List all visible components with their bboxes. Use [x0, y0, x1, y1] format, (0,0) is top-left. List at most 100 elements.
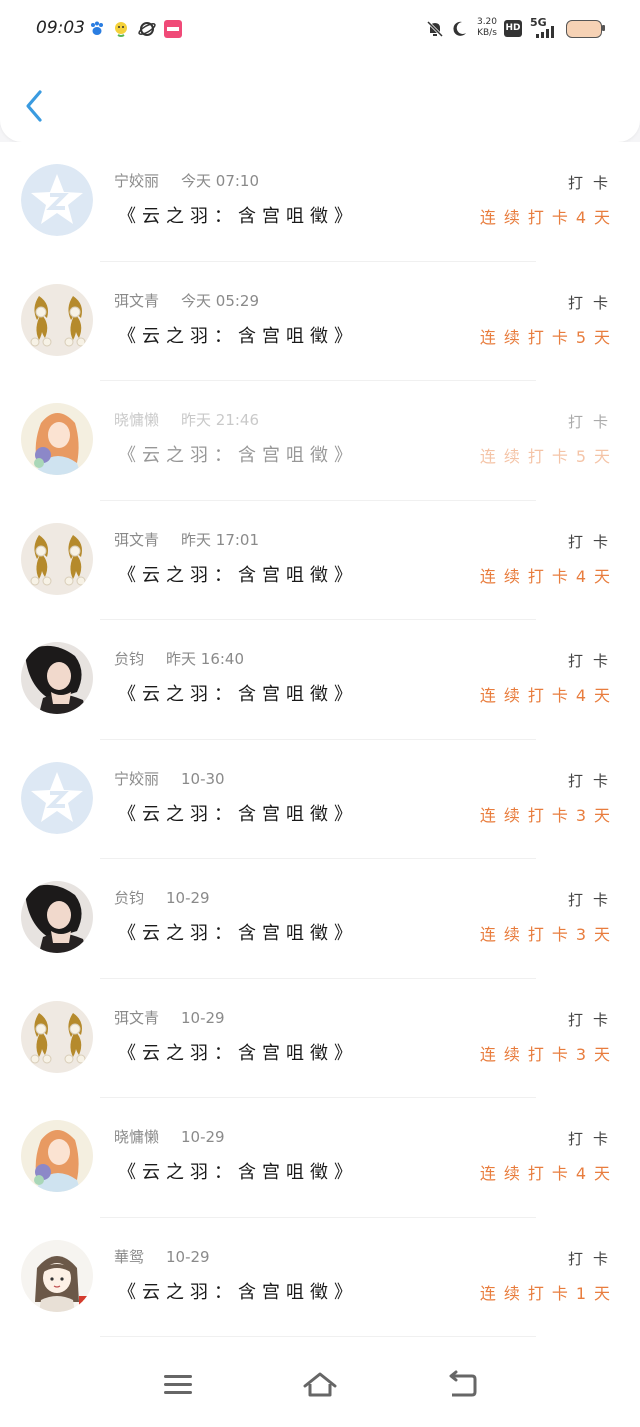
streak-text: 连续打卡4天: [479, 686, 618, 705]
user-name: 弭文青: [114, 1008, 160, 1027]
status-time: 09:03: [36, 18, 85, 38]
checkin-label: 打卡: [567, 532, 618, 551]
streak-text: 连续打卡4天: [479, 208, 618, 227]
post-time: 昨天 16:40: [166, 650, 245, 668]
signal-bars-icon: [536, 26, 554, 38]
user-name: 華鸳: [114, 1247, 145, 1266]
name-time-line: 弭文青 昨天 17:01: [114, 529, 259, 550]
avatar[interactable]: [21, 164, 93, 236]
avatar[interactable]: [21, 1000, 93, 1073]
battery-tip: [602, 25, 605, 31]
post-time: 昨天 21:46: [181, 411, 260, 429]
streak-text: 连续打卡3天: [479, 805, 618, 825]
checkin-label: 打卡: [567, 1130, 618, 1148]
paw-app-icon: [91, 21, 103, 35]
avatar[interactable]: [21, 881, 93, 953]
header: 09:03 3.20 KB/s HD 5G: [0, 0, 640, 142]
list-item[interactable]: 弭文青 10-29 《云之羽：含宫咀徵》 打卡连续打卡3天: [0, 979, 640, 1098]
home-icon[interactable]: [302, 1370, 338, 1398]
avatar[interactable]: [21, 522, 93, 595]
message-text: 《云之羽：含宫咀徵》: [118, 684, 358, 705]
checkin-list: 宁姣丽 今天 07:10 《云之羽：含宫咀徵》 打卡 连续打卡4天 弭文青 今天 05:29…: [0, 142, 640, 1340]
checkin-label: 打卡: [567, 652, 618, 670]
user-name: 弭文青: [114, 530, 160, 549]
list-item[interactable]: 晓慵懒 昨天 21:46 《云之羽：含宫咀徵》 打卡连续打卡5天: [0, 381, 640, 501]
avatar[interactable]: [21, 642, 93, 714]
back-button[interactable]: [20, 86, 50, 126]
name-time-line: 宁姣丽 10-30: [114, 768, 225, 789]
streak-text: 连续打卡4天: [479, 1164, 618, 1183]
list-item[interactable]: 弭文青 昨天 17:01 《云之羽：含宫咀徵》 打卡连续打卡4天: [0, 501, 640, 620]
name-time-line: 晓慵懒 10-29: [114, 1126, 225, 1147]
page: 09:03 3.20 KB/s HD 5G 宁姣丽 今天 07:10 《云之羽：…: [0, 0, 640, 1427]
streak-text: 连续打卡3天: [479, 925, 618, 944]
checkin-label: 打卡: [567, 293, 618, 312]
avatar[interactable]: [21, 1239, 93, 1312]
avatar[interactable]: [21, 1120, 93, 1192]
avatar[interactable]: [21, 403, 93, 475]
planet-app-icon: [138, 22, 156, 36]
checkin-label: 打卡: [567, 771, 618, 790]
user-name: 贠钧: [114, 889, 145, 907]
message-text: 《云之羽：含宫咀徵》: [118, 325, 358, 347]
name-time-line: 弭文青 10-29: [114, 1007, 225, 1028]
net-speed-unit: KB/s: [477, 28, 497, 38]
streak-text: 连续打卡5天: [479, 327, 618, 347]
post-time: 今天 07:10: [181, 172, 260, 190]
message-text: 《云之羽：含宫咀徵》: [118, 564, 358, 586]
message-text: 《云之羽：含宫咀徵》: [118, 1281, 358, 1303]
user-name: 弭文青: [114, 291, 160, 310]
checkin-label: 打卡: [567, 891, 618, 909]
message-text: 《云之羽：含宫咀徵》: [118, 1042, 358, 1064]
hd-badge: HD: [504, 20, 522, 37]
moon-icon: [453, 21, 466, 36]
name-time-line: 弭文青 今天 05:29: [114, 290, 259, 311]
pink-app-icon: [164, 20, 182, 38]
message-text: 《云之羽：含宫咀徵》: [118, 803, 358, 825]
streak-text: 连续打卡4天: [479, 566, 618, 586]
checkin-label: 打卡: [567, 174, 618, 192]
message-text: 《云之羽：含宫咀徵》: [118, 445, 358, 466]
checkin-label: 打卡: [567, 413, 618, 431]
checkin-label: 打卡: [567, 1249, 618, 1268]
name-time-line: 贠钧 昨天 16:40: [114, 648, 244, 669]
post-time: 今天 05:29: [181, 291, 260, 310]
net-speed-value: 3.20: [476, 17, 498, 27]
list-item[interactable]: 宁姣丽 10-30 《云之羽：含宫咀徵》 打卡连续打卡3天: [0, 740, 640, 859]
message-text: 《云之羽：含宫咀徵》: [118, 206, 358, 227]
avatar[interactable]: [21, 761, 93, 834]
streak-text: 连续打卡1天: [479, 1283, 618, 1303]
post-time: 10-29: [181, 1128, 225, 1146]
user-name: 晓慵懒: [114, 411, 160, 429]
list-item[interactable]: 晓慵懒 10-29 《云之羽：含宫咀徵》 打卡连续打卡4天: [0, 1098, 640, 1218]
post-time: 昨天 17:01: [181, 530, 260, 549]
status-bar: 09:03 3.20 KB/s HD 5G: [0, 0, 640, 60]
menu-icon[interactable]: [162, 1370, 194, 1398]
name-time-line: 宁姣丽 今天 07:10: [114, 170, 259, 191]
back-icon[interactable]: [446, 1370, 478, 1398]
list-item[interactable]: 贠钧 10-29 《云之羽：含宫咀徵》 打卡连续打卡3天: [0, 859, 640, 979]
name-time-line: 晓慵懒 昨天 21:46: [114, 409, 259, 430]
user-name: 宁姣丽: [114, 172, 160, 190]
list-item[interactable]: 華鸳 10-29 《云之羽：含宫咀徵》 打卡连续打卡1天: [0, 1218, 640, 1337]
row-divider: [100, 1336, 536, 1337]
message-text: 《云之羽：含宫咀徵》: [118, 923, 358, 944]
list-item[interactable]: 弭文青 今天 05:29 《云之羽：含宫咀徵》 打卡连续打卡5天: [0, 262, 640, 381]
streak-text: 连续打卡5天: [479, 447, 618, 466]
checkin-label: 打卡: [567, 1010, 618, 1029]
name-time-line: 華鸳 10-29: [114, 1246, 210, 1267]
message-text: 《云之羽：含宫咀徵》: [118, 1162, 358, 1183]
user-name: 宁姣丽: [114, 769, 160, 788]
user-name: 贠钧: [114, 650, 145, 668]
name-time-line: 贠钧 10-29: [114, 887, 210, 908]
list-item[interactable]: 贠钧 昨天 16:40 《云之羽：含宫咀徵》 打卡连续打卡4天: [0, 620, 640, 740]
user-name: 晓慵懒: [114, 1128, 160, 1146]
mute-bell-icon: [426, 20, 444, 38]
post-time: 10-30: [181, 769, 225, 788]
post-time: 10-29: [166, 1247, 210, 1266]
avatar[interactable]: [21, 283, 93, 356]
battery-icon: [566, 20, 602, 38]
net-speed: 3.20 KB/s: [476, 17, 498, 39]
streak-text: 连续打卡3天: [479, 1044, 618, 1064]
list-item[interactable]: 宁姣丽 今天 07:10 《云之羽：含宫咀徵》 打卡连续打卡4天: [0, 142, 640, 262]
